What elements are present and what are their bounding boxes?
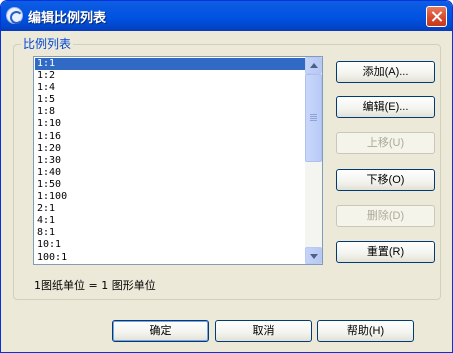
list-item[interactable]: 4:1 [35,215,306,227]
add-button[interactable]: 添加(A)... [336,61,435,83]
scroll-down-arrow-icon [310,254,318,259]
list-item[interactable]: 1:30 [35,155,306,167]
scroll-thumb[interactable] [305,74,322,162]
help-button[interactable]: 帮助(H) [317,320,414,342]
thumb-grip-line [310,118,317,119]
list-item[interactable]: 1:10 [35,118,306,130]
thumb-grip-line [310,114,317,115]
app-icon [6,7,23,24]
scale-list-items: 1:1 1:2 1:4 1:5 1:8 1:10 1:16 1:20 1:30 1:40 1:50 1… [35,58,306,264]
list-item[interactable]: 100:1 [35,252,306,264]
edit-scale-list-dialog: 编辑比例列表 比例列表 1:1 1:2 1:4 1:5 1:8 1:10 1:16 1:20 1… [0,0,453,353]
window-title: 编辑比例列表 [28,11,107,26]
close-icon[interactable] [426,6,447,27]
scroll-up-button[interactable] [305,57,322,74]
title-bar[interactable]: 编辑比例列表 [1,1,452,31]
list-item[interactable]: 2:1 [35,203,306,215]
move-up-button[interactable]: 上移(U) [336,132,435,154]
list-item[interactable]: 1:2 [35,70,306,82]
vertical-scrollbar[interactable] [305,57,322,264]
list-item[interactable]: 1:16 [35,131,306,143]
list-item[interactable]: 1:8 [35,106,306,118]
delete-button[interactable]: 删除(D) [336,205,435,227]
cancel-button[interactable]: 取消 [215,320,312,342]
unit-ratio-text: 1图纸单位 = 1 图形单位 [34,279,156,292]
ok-button[interactable]: 确定 [112,320,209,342]
list-item[interactable]: 1:40 [35,167,306,179]
group-label: 比例列表 [21,35,74,52]
list-item[interactable]: 1:20 [35,143,306,155]
list-item[interactable]: 8:1 [35,227,306,239]
move-down-button[interactable]: 下移(O) [336,169,435,191]
edit-button[interactable]: 编辑(E)... [336,96,435,118]
list-item[interactable]: 1:100 [35,191,306,203]
thumb-grip-line [310,116,317,117]
scroll-up-arrow-icon [310,63,318,68]
list-item[interactable]: 1:1 [35,58,306,71]
list-item[interactable]: 1:5 [35,94,306,106]
scroll-down-button[interactable] [305,247,322,264]
list-item[interactable]: 1:50 [35,179,306,191]
scale-listbox[interactable]: 1:1 1:2 1:4 1:5 1:8 1:10 1:16 1:20 1:30 1:40 1:50 1… [33,56,323,265]
thumb-grip-line [310,120,317,121]
list-item[interactable]: 10:1 [35,239,306,251]
list-item[interactable]: 1:4 [35,82,306,94]
reset-button[interactable]: 重置(R) [336,241,435,263]
